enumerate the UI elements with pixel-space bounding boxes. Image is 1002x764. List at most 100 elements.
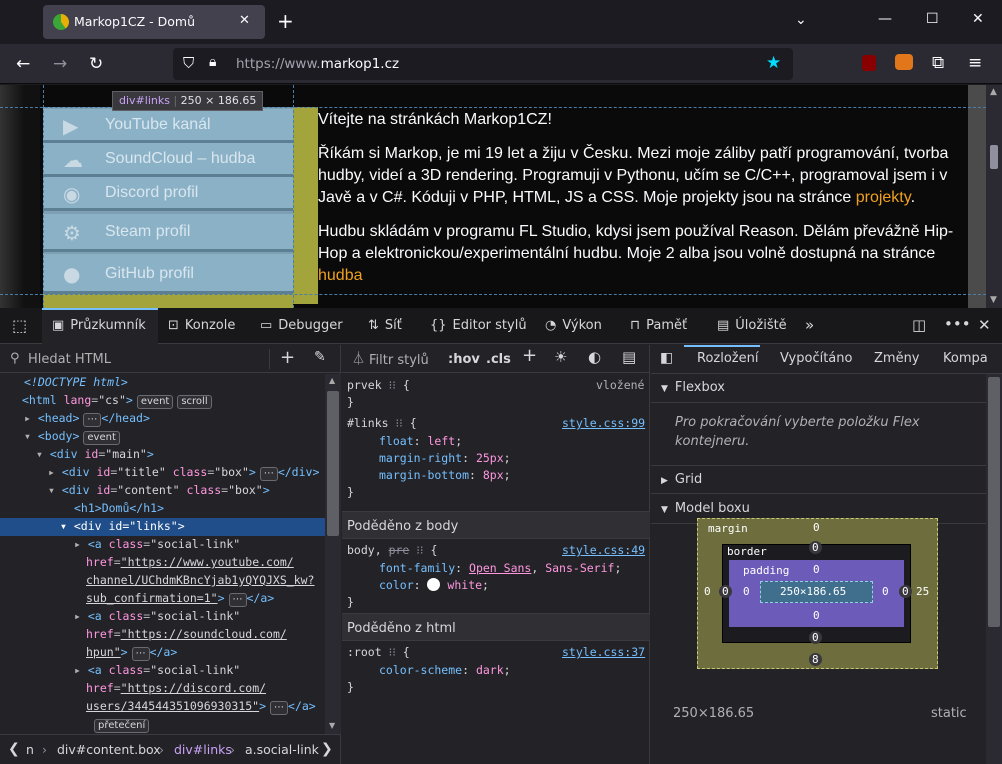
tree-node-links-selected[interactable]: ▾ <div id="links"> [0,518,325,536]
lock-icon[interactable]: 🔒︎ [209,54,216,70]
minimize-icon[interactable]: — [878,11,892,27]
close-tab-icon[interactable]: ✕ [239,13,250,28]
tree-node-html[interactable]: <html lang="cs"> event scroll [0,392,325,410]
hov-button[interactable]: :hov [448,351,480,368]
browser-tab[interactable]: Markop1CZ - Domů ✕ [43,5,265,39]
markup-scrollbar[interactable]: ▲ ▼ [325,374,341,734]
tab-debugger[interactable]: ▭ Debugger [260,318,343,333]
add-rule-icon[interactable]: + [522,347,537,365]
padding-bottom[interactable]: 0 [813,609,820,622]
bookmark-star-icon[interactable]: ★ [766,53,781,73]
layout-scrollbar[interactable] [986,374,1002,764]
tab-compatibility[interactable]: Kompa [943,351,988,366]
close-devtools-icon[interactable]: ✕ [978,316,991,334]
eyedropper-icon[interactable]: ✎ [314,349,326,365]
margin-left[interactable]: 0 [704,585,711,598]
margin-right[interactable]: 25 [916,585,929,598]
declaration[interactable]: color: white; [379,577,489,594]
tab-computed[interactable]: Vypočítáno [780,351,852,366]
cls-button[interactable]: .cls [486,351,511,368]
border-left[interactable]: 0 [719,585,732,598]
light-theme-icon[interactable]: ☀ [554,349,567,366]
crumb-next-icon[interactable]: ❯ [321,741,333,757]
scroll-down-icon[interactable]: ▼ [329,721,335,730]
tab-style-editor[interactable]: {} Editor stylů [430,318,527,333]
url-text[interactable]: https://www.markop1.cz [236,56,399,72]
border-top[interactable]: 0 [809,541,822,554]
ublock-icon[interactable] [862,55,876,71]
tab-memory[interactable]: ⊓ Paměť [630,318,687,333]
add-node-icon[interactable]: + [280,347,295,368]
page-scrollbar[interactable]: ▲ ▼ [986,85,1002,308]
extensions-icon[interactable]: ⧉ [932,53,944,73]
border-bottom[interactable]: 0 [809,631,822,644]
flexbox-header[interactable]: ▼ Flexbox [651,374,986,403]
scroll-badge[interactable]: scroll [177,395,212,409]
dock-icon[interactable]: ◫ [912,316,926,334]
menu-icon[interactable]: ≡ [968,53,982,73]
options-icon[interactable]: ••• [944,315,971,333]
tree-node-body[interactable]: ▾ <body> event [0,428,325,446]
back-icon[interactable]: ← [16,54,30,74]
shield-icon[interactable]: ⛉ [183,54,194,72]
github-link[interactable]: ● GitHub profil [43,254,293,294]
reload-icon[interactable]: ↻ [89,54,103,74]
tab-inspector[interactable]: ▣ Průzkumník [52,318,146,333]
pick-element-icon[interactable]: ⬚ [12,316,27,335]
scroll-up-icon[interactable]: ▲ [990,87,997,97]
url-bar[interactable]: ⛉ 🔒︎ https://www.markop1.cz ★ [173,48,793,80]
tree-node-discord[interactable]: ▸ <a class="social-link" [0,662,325,680]
tab-storage[interactable]: ▤ Úložiště [717,318,787,333]
forward-icon[interactable]: → [53,54,67,74]
crumb-item[interactable]: n [26,742,34,757]
rule-body-selector[interactable]: body, pre ⁝⁝ { [347,542,437,559]
youtube-link[interactable]: ▶ YouTube kanál [43,109,293,143]
tree-node-h1[interactable]: <h1>Domů</h1> [0,500,325,518]
layout-scrollbar-thumb[interactable] [988,377,1000,627]
tree-node-main[interactable]: ▾ <div id="main"> [0,446,325,464]
declaration[interactable]: color-scheme: dark; [379,662,511,679]
print-simulation-icon[interactable]: ▤ [622,349,636,366]
window-close-icon[interactable]: ✕ [972,11,984,27]
event-badge[interactable]: event [136,395,174,409]
tab-layout[interactable]: Rozložení [697,351,758,366]
rule-element-selector[interactable]: prvek ⁝⁝ { [347,377,410,394]
color-swatch[interactable] [427,578,441,591]
overflow-badge[interactable]: přetečení [94,719,150,733]
search-html-input[interactable]: Hledat HTML [28,352,111,367]
dark-theme-icon[interactable]: ◐ [588,349,601,366]
steam-link[interactable]: ⚙ Steam profil [43,214,293,252]
tree-node-head[interactable]: ▸ <head> ⋯ </head> [0,410,325,428]
discord-link[interactable]: ◉ Discord profil [43,177,293,211]
scroll-down-icon[interactable]: ▼ [990,295,997,305]
maximize-icon[interactable]: ☐ [926,11,939,27]
declaration[interactable]: float: left; [379,433,462,450]
tree-node-title[interactable]: ▸ <div id="title" class="box"> ⋯ </div> [0,464,325,482]
declaration[interactable]: font-family: Open Sans, Sans-Serif; [379,560,621,577]
margin-top[interactable]: 0 [813,521,820,534]
declaration[interactable]: margin-bottom: 8px; [379,467,511,484]
margin-bottom[interactable]: 8 [809,653,822,666]
padding-left[interactable]: 0 [743,585,750,598]
soundcloud-link[interactable]: ☁ SoundCloud – hudba [43,143,293,177]
toggle-sidebar-icon[interactable]: ◧ [660,350,673,366]
rule-source-link[interactable]: style.css:49 [562,542,645,559]
tree-node-soundcloud[interactable]: ▸ <a class="social-link" [0,608,325,626]
tab-list-icon[interactable]: ⌄ [795,12,807,28]
declaration[interactable]: margin-right: 25px; [379,450,511,467]
crumb-item[interactable]: a.social-link [245,742,319,757]
scroll-up-icon[interactable]: ▲ [329,376,335,385]
tab-network[interactable]: ⇅ Síť [368,318,402,333]
grid-header[interactable]: ▶ Grid [651,465,986,494]
padding-top[interactable]: 0 [813,563,820,576]
rule-source-link[interactable]: style.css:37 [562,644,645,661]
tab-performance[interactable]: ◔ Výkon [545,318,602,333]
rule-links-selector[interactable]: #links ⁝⁝ { [347,415,417,432]
tree-node-content[interactable]: ▾ <div id="content" class="box"> [0,482,325,500]
new-tab-icon[interactable]: + [277,9,294,33]
tree-node-youtube[interactable]: ▸ <a class="social-link" [0,536,325,554]
filter-styles-input[interactable]: Filtr stylů [369,352,429,369]
crumb-item[interactable]: div#content.box [57,742,161,757]
metamask-icon[interactable] [895,54,913,70]
rule-root-selector[interactable]: :root ⁝⁝ { [347,644,410,661]
